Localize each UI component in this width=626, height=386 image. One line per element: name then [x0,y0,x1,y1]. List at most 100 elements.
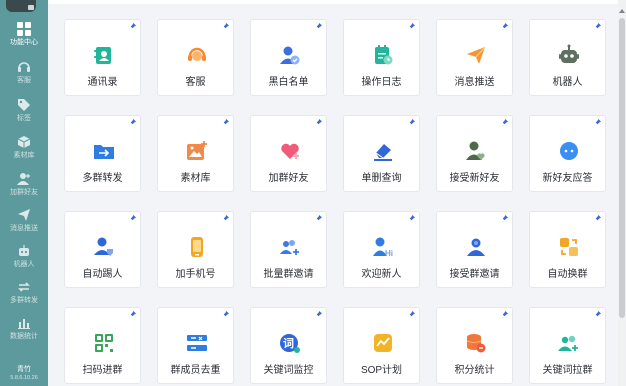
sidebar-item-data-stats[interactable]: 数据统计 [0,312,48,348]
welcome-icon: Hi [373,237,393,258]
points-icon [466,334,486,353]
sidebar-item-multi-group-forward[interactable]: 多群转发 [0,276,48,312]
send-icon [18,209,30,221]
card-points-stats[interactable]: 积分统计 [436,307,513,384]
pin-icon[interactable] [129,23,136,30]
blacklist-icon [280,46,300,65]
user-info[interactable]: 青竹 5.8.6.10.26 [0,366,48,382]
pin-icon[interactable] [594,215,601,222]
pin-icon[interactable] [222,311,229,318]
operation-log-icon [375,45,393,65]
robot-icon [559,44,579,63]
scroll-up-icon[interactable] [619,8,625,14]
pin-icon[interactable] [315,215,322,222]
pin-icon[interactable] [501,215,508,222]
card-label: 加群好友 [268,173,309,184]
card-label: 关键词监控 [263,365,314,376]
card-material-library[interactable]: 素材库 [157,115,234,192]
card-multi-group-forward[interactable]: 多群转发 [64,115,141,192]
avatar[interactable] [6,0,36,12]
card-add-phone[interactable]: 加手机号 [157,211,234,288]
pin-icon[interactable] [501,23,508,30]
pin-icon[interactable] [222,215,229,222]
eraser-icon [374,144,392,161]
card-label: 接受新好友 [449,173,500,184]
pin-icon[interactable] [408,23,415,30]
card-batch-group-invite[interactable]: 批量群邀请 [250,211,327,288]
scroll-thumb[interactable] [619,18,625,318]
card-robot[interactable]: 机器人 [529,19,606,96]
sidebar-item-label: 消息推送 [10,225,38,232]
pin-icon[interactable] [129,215,136,222]
card-add-group-friends[interactable]: 加群好友 [250,115,327,192]
pin-icon[interactable] [315,23,322,30]
pin-icon[interactable] [129,311,136,318]
pin-icon[interactable] [501,119,508,126]
svg-text:词: 词 [283,337,294,350]
card-scan-join-group[interactable]: 扫码进群 [64,307,141,384]
sidebar-item-customer-service[interactable]: 客服 [0,56,48,92]
pin-icon[interactable] [594,119,601,126]
card-new-friend-reply[interactable]: 新好友应答 [529,115,606,192]
card-operation-log[interactable]: 操作日志 [343,19,420,96]
card-group-member-dedupe[interactable]: 群成员去重 [157,307,234,384]
sidebar-item-label: 多群转发 [10,297,38,304]
card-welcome-new[interactable]: Hi 欢迎新人 [343,211,420,288]
sidebar-item-add-group-friends[interactable]: 加群好友 [0,168,48,204]
image-material-icon [187,141,207,160]
card-label: 机器人 [552,77,583,88]
add-friend-icon [17,173,30,185]
card-accept-new-friend[interactable]: 接受新好友 [436,115,513,192]
cube-icon [17,136,31,148]
card-keyword-monitor[interactable]: 词 关键词监控 [250,307,327,384]
sidebar-item-label: 机器人 [13,261,35,268]
card-blacklist[interactable]: 黑白名单 [250,19,327,96]
card-accept-group-invite[interactable]: 接受群邀请 [436,211,513,288]
qr-code-icon [95,334,113,352]
card-label: SOP计划 [360,365,403,376]
card-label: 加手机号 [175,269,216,280]
card-auto-switch-group[interactable]: 自动换群 [529,211,606,288]
pin-icon[interactable] [222,23,229,30]
pin-icon[interactable] [501,311,508,318]
card-label: 群成员去重 [170,365,221,376]
function-center-panel: 通讯录 客服 黑白名单 操作日志 消息推送 机器人 多群转发 素材库 加群好友 … [48,0,626,386]
card-label: 新好友应答 [542,173,593,184]
card-label: 扫码进群 [82,365,123,376]
keyword-monitor-icon: 词 [280,334,300,353]
card-auto-kick[interactable]: 自动踢人 [64,211,141,288]
card-sop-plan[interactable]: SOP计划 [343,307,420,384]
sidebar-item-tags[interactable]: 标签 [0,94,48,130]
card-label: 消息推送 [454,77,495,88]
pin-icon[interactable] [315,311,322,318]
card-label: 素材库 [180,173,211,184]
pin-icon[interactable] [408,215,415,222]
switch-group-icon [560,238,578,256]
pin-icon[interactable] [315,119,322,126]
sidebar-item-message-push[interactable]: 消息推送 [0,204,48,240]
pin-icon[interactable] [594,23,601,30]
sidebar-item-materials[interactable]: 素材库 [0,131,48,167]
card-contacts[interactable]: 通讯录 [64,19,141,96]
card-message-push[interactable]: 消息推送 [436,19,513,96]
contacts-icon [94,47,111,64]
pin-icon[interactable] [129,119,136,126]
sidebar-item-label: 标签 [17,115,31,122]
chat-bubble-icon [560,142,578,160]
sidebar-item-robot[interactable]: 机器人 [0,240,48,276]
sidebar-item-function-center[interactable]: 功能中心 [0,18,48,54]
pin-icon[interactable] [408,311,415,318]
scrollbar[interactable] [618,0,626,386]
pin-icon[interactable] [222,119,229,126]
bar-chart-icon [18,319,30,329]
card-label: 积分统计 [454,365,495,376]
dedupe-icon [187,335,207,351]
pin-icon[interactable] [594,311,601,318]
card-label: 黑白名单 [268,77,309,88]
card-single-delete-query[interactable]: 单删查询 [343,115,420,192]
card-label: 通讯录 [87,77,118,88]
sidebar-item-label: 数据统计 [10,333,38,340]
pin-icon[interactable] [408,119,415,126]
card-keyword-pull-group[interactable]: 关键词拉群 [529,307,606,384]
card-customer-service[interactable]: 客服 [157,19,234,96]
